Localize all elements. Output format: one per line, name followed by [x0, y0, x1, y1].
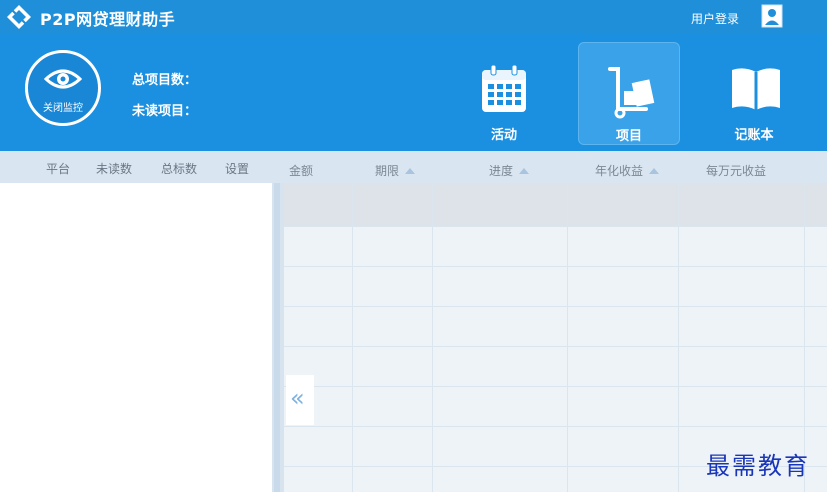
- table-row[interactable]: [284, 183, 827, 227]
- col-term-label: 期限: [375, 164, 400, 178]
- nav-activity-label: 活动: [490, 128, 517, 143]
- col-annual-yield-label: 年化收益: [595, 164, 644, 178]
- col-progress-label: 进度: [489, 164, 514, 178]
- user-icon[interactable]: [761, 4, 783, 28]
- app-logo-icon: [7, 5, 31, 29]
- col-yield-per-10k[interactable]: 每万元收益: [706, 162, 766, 179]
- app-title: P2P网贷理财助手: [40, 10, 176, 29]
- column-divider: [432, 183, 433, 492]
- eye-icon: [44, 69, 82, 89]
- col-yield-per-10k-label: 每万元收益: [706, 164, 767, 178]
- nav-projects-button[interactable]: 项目: [578, 42, 680, 145]
- trolley-icon: [608, 67, 655, 119]
- monitor-toggle-button[interactable]: 关闭监控: [25, 50, 101, 126]
- total-projects-label: 总项目数：: [132, 73, 198, 88]
- double-chevron-left-icon: «: [290, 384, 305, 412]
- title-bar: P2P网贷理财助手 用户登录: [0, 0, 827, 34]
- monitor-label: 关闭监控: [43, 103, 83, 114]
- splitter-handle[interactable]: [274, 183, 280, 492]
- nav-ledger-button[interactable]: 记账本: [703, 42, 805, 145]
- col-platform[interactable]: 平台: [46, 160, 70, 177]
- col-unread-count[interactable]: 未读数: [96, 160, 132, 177]
- header-panel: 关闭监控 总项目数： 未读项目： 活动 项目 记账本: [0, 34, 827, 151]
- unread-projects-label: 未读项目：: [132, 104, 198, 119]
- col-total-count[interactable]: 总标数: [161, 160, 197, 177]
- nav-ledger-label: 记账本: [734, 128, 774, 143]
- column-divider: [567, 183, 568, 492]
- calendar-icon: [482, 64, 526, 112]
- col-term[interactable]: 期限: [375, 162, 416, 179]
- col-amount-label: 金额: [289, 164, 314, 178]
- book-icon: [732, 68, 780, 110]
- column-divider: [352, 183, 353, 492]
- table-row[interactable]: [284, 347, 827, 387]
- table-row[interactable]: [284, 227, 827, 267]
- table-row[interactable]: [284, 307, 827, 347]
- nav-projects-label: 项目: [615, 129, 642, 144]
- platform-list-header: 平台 未读数 总标数 设置: [0, 151, 272, 183]
- collapse-panel-button[interactable]: «: [286, 375, 314, 425]
- table-row[interactable]: [284, 387, 827, 427]
- col-progress[interactable]: 进度: [489, 162, 530, 179]
- col-settings[interactable]: 设置: [225, 160, 249, 177]
- panel-splitter[interactable]: [272, 183, 284, 492]
- watermark: 最需教育: [706, 452, 810, 480]
- column-divider: [678, 183, 679, 492]
- platform-list: [0, 183, 272, 492]
- col-annual-yield[interactable]: 年化收益: [595, 162, 660, 179]
- sort-asc-icon[interactable]: [519, 168, 530, 174]
- login-link[interactable]: 用户登录: [691, 10, 739, 27]
- col-amount[interactable]: 金额: [289, 162, 313, 179]
- nav-activity-button[interactable]: 活动: [453, 42, 555, 145]
- sort-asc-icon[interactable]: [649, 168, 660, 174]
- project-table-header: 金额 期限 进度 年化收益 每万元收益: [272, 151, 827, 183]
- table-row[interactable]: [284, 267, 827, 307]
- sort-asc-icon[interactable]: [405, 168, 416, 174]
